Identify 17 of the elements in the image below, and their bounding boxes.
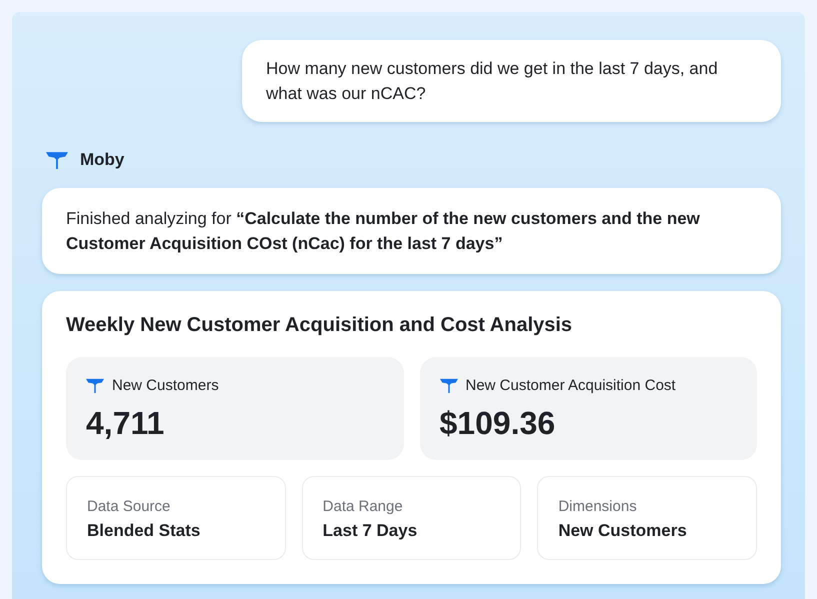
metric-value: $109.36	[440, 404, 556, 442]
detail-value: Blended Stats	[87, 520, 202, 542]
metric-label: New Customer Acquisition Cost	[466, 377, 676, 394]
detail-label: Data Source	[87, 497, 172, 517]
status-message: Finished analyzing for “Calculate the number of the new customers and the new Customer Acquisition COst (nCac) for the last 7 days”	[42, 188, 781, 274]
detail-value: New Customers	[558, 520, 688, 542]
tail-logo-icon	[86, 378, 104, 394]
metric-value: 4,711	[86, 404, 166, 442]
detail-value: Last 7 Days	[322, 520, 418, 542]
metric-label: New Customers	[112, 377, 219, 394]
tail-logo-icon	[440, 378, 458, 394]
assistant-name: Moby	[80, 150, 124, 170]
tail-logo-icon	[46, 150, 68, 170]
user-message: How many new customers did we get in the last 7 days, and what was our nCAC?	[242, 40, 781, 122]
report-title: Weekly New Customer Acquisition and Cost Analysis	[66, 313, 574, 338]
detail-label: Data Range	[322, 497, 404, 517]
detail-label: Dimensions	[558, 497, 638, 517]
